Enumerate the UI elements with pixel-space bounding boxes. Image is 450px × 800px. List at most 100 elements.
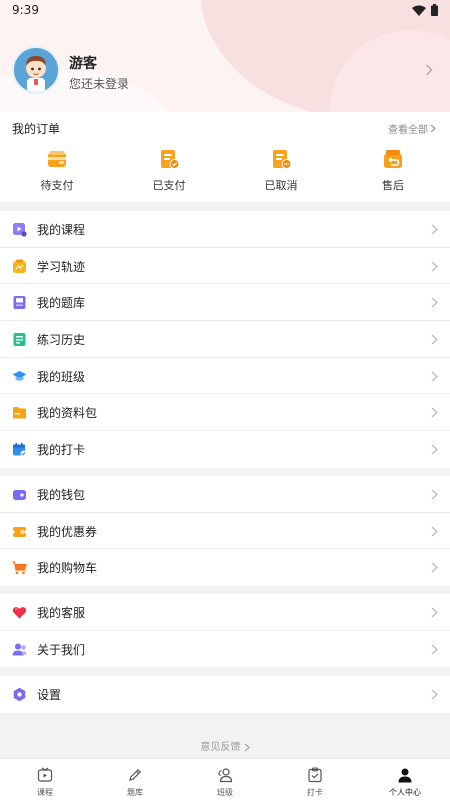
folder-icon (13, 407, 26, 419)
login-prompt: 您还未登录 (69, 77, 130, 91)
cart-icon (12, 561, 27, 575)
menu-item-settings[interactable]: 设置 (0, 676, 450, 713)
menu-label: 我的班级 (37, 369, 86, 384)
menu-label: 我的资料包 (37, 406, 98, 421)
return-box-icon (384, 150, 402, 168)
menu-item-my-courses[interactable]: 我的课程 (0, 211, 450, 248)
graduation-cap-icon (12, 370, 27, 381)
menu-label: 我的课程 (37, 223, 86, 237)
menu-label: 我的钱包 (37, 488, 86, 502)
tab-label: 个人中心 (389, 788, 421, 797)
question-bank-icon (13, 296, 26, 310)
tab-label: 班级 (217, 788, 233, 797)
tab-label: 题库 (127, 788, 143, 797)
menu-label: 练习历史 (37, 333, 86, 348)
settings-hex-icon (13, 687, 26, 702)
chevron-right-icon (431, 644, 438, 655)
course-play-icon (13, 223, 27, 237)
study-track-icon (13, 259, 26, 273)
menu-label: 我的题库 (37, 296, 86, 311)
paid-receipt-icon (161, 150, 180, 169)
menu-group-learning: 我的课程 学习轨迹 我的题库 练习历史 我的班级 我的资料包 我的打卡 (0, 211, 450, 468)
checkin-tab-icon (308, 767, 322, 783)
chevron-right-icon (431, 261, 438, 272)
avatar-cartoon-icon (14, 48, 58, 92)
view-all-label: 查看全部 (388, 125, 428, 136)
tab-class[interactable]: 班级 (180, 759, 270, 800)
chevron-right-icon (431, 607, 438, 618)
person-tab-icon (398, 768, 412, 783)
order-label: 已取消 (264, 179, 298, 192)
feedback-label: 意见反馈 (200, 742, 241, 753)
chevron-right-icon (431, 371, 438, 382)
order-label: 售后 (382, 179, 404, 192)
menu-item-question-bank[interactable]: 我的题库 (0, 284, 450, 322)
chevron-right-icon (431, 489, 438, 500)
order-paid[interactable]: 已支付 (124, 148, 214, 198)
order-pending-payment[interactable]: 待支付 (12, 148, 102, 198)
menu-group-wallet: 我的钱包 我的优惠券 我的购物车 (0, 476, 450, 587)
user-name: 游客 (69, 56, 97, 72)
menu-label: 我的打卡 (37, 443, 86, 458)
menu-label: 我的客服 (37, 606, 86, 620)
profile-card[interactable]: 游客 您还未登录 (0, 40, 450, 102)
wifi-icon (412, 5, 426, 16)
orders-title: 我的订单 (12, 122, 61, 136)
order-label: 待支付 (40, 179, 74, 192)
orders-section: 我的订单 查看全部 待支付 已支付 已取消 售后 (0, 112, 450, 202)
battery-icon (431, 4, 438, 16)
tab-checkin[interactable]: 打卡 (270, 759, 360, 800)
chevron-right-icon (431, 526, 438, 537)
class-tab-icon (218, 768, 233, 783)
tab-personal-center[interactable]: 个人中心 (360, 759, 450, 800)
coupon-icon (12, 526, 27, 537)
pencil-tab-icon (129, 768, 142, 781)
view-all-orders-link[interactable]: 查看全部 (388, 121, 436, 136)
practice-history-icon (13, 333, 26, 347)
menu-item-shopping-cart[interactable]: 我的购物车 (0, 549, 450, 586)
menu-item-my-wallet[interactable]: 我的钱包 (0, 476, 450, 513)
wallet-icon (48, 151, 66, 167)
menu-label: 我的购物车 (37, 561, 98, 576)
chevron-right-icon (431, 689, 438, 700)
menu-item-resource-pack[interactable]: 我的资料包 (0, 394, 450, 432)
chevron-right-icon (431, 407, 438, 418)
menu-item-my-checkin[interactable]: 我的打卡 (0, 431, 450, 468)
cancelled-receipt-icon (273, 150, 292, 169)
avatar[interactable] (12, 46, 60, 94)
menu-item-about-us[interactable]: 关于我们 (0, 631, 450, 668)
chevron-right-icon (431, 297, 438, 308)
chevron-right-icon (244, 743, 250, 751)
menu-item-study-track[interactable]: 学习轨迹 (0, 248, 450, 285)
menu-item-coupons[interactable]: 我的优惠券 (0, 513, 450, 550)
menu-label: 设置 (37, 688, 62, 702)
chevron-right-icon (430, 124, 436, 133)
wallet-purple-icon (13, 490, 26, 500)
heart-icon (12, 607, 27, 619)
feedback-link[interactable]: 意见反馈 (0, 738, 450, 753)
menu-item-practice-history[interactable]: 练习历史 (0, 321, 450, 358)
status-time: 9:39 (12, 3, 39, 17)
chevron-right-icon (431, 224, 438, 235)
tab-courses[interactable]: 课程 (0, 759, 90, 800)
chevron-right-icon (431, 444, 438, 455)
course-tab-icon (37, 767, 53, 782)
menu-item-customer-service[interactable]: 我的客服 (0, 594, 450, 631)
tab-question-bank[interactable]: 题库 (90, 759, 180, 800)
chevron-right-icon (431, 334, 438, 345)
menu-label: 学习轨迹 (37, 259, 86, 274)
menu-item-my-class[interactable]: 我的班级 (0, 358, 450, 395)
chevron-right-icon (426, 64, 433, 76)
order-after-sales[interactable]: 售后 (348, 148, 438, 198)
status-bar: 9:39 (0, 0, 450, 22)
order-cancelled[interactable]: 已取消 (236, 148, 326, 198)
menu-group-settings: 设置 (0, 676, 450, 713)
order-label: 已支付 (152, 179, 186, 192)
bottom-tab-bar: 课程 题库 班级 打卡 个人中心 (0, 758, 450, 800)
about-users-icon (12, 643, 27, 656)
tab-label: 打卡 (307, 788, 323, 797)
calendar-check-icon (13, 442, 27, 457)
menu-group-support: 我的客服 关于我们 (0, 594, 450, 668)
menu-label: 我的优惠券 (37, 524, 98, 539)
chevron-right-icon (431, 562, 438, 573)
